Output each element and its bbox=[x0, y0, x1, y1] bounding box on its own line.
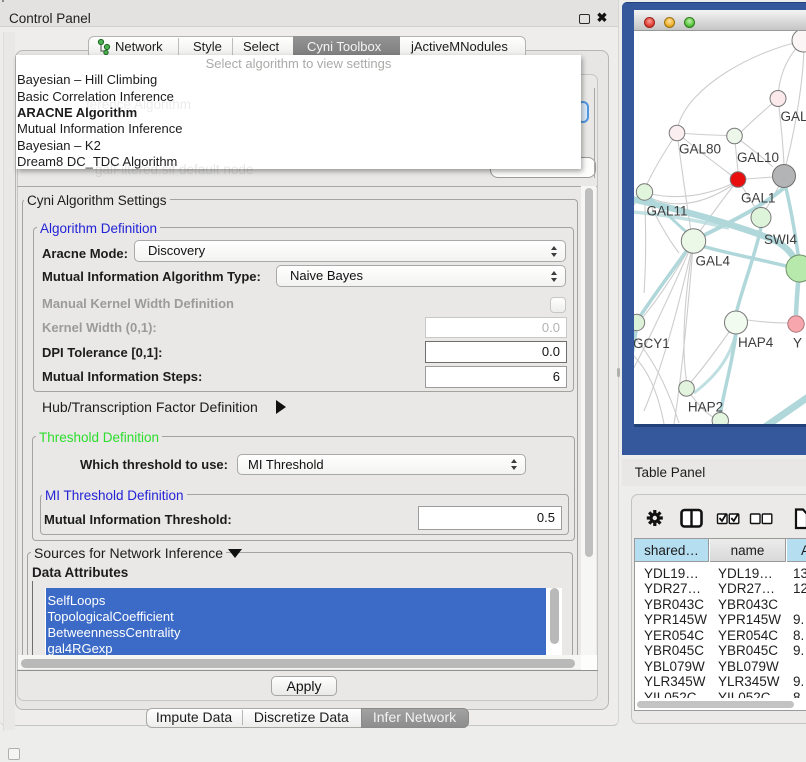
svg-text:Y: Y bbox=[793, 336, 802, 351]
svg-text:HAP2: HAP2 bbox=[688, 400, 723, 415]
svg-text:GAL11: GAL11 bbox=[647, 204, 688, 219]
svg-text:GCY1: GCY1 bbox=[634, 336, 670, 351]
svg-text:GAL4: GAL4 bbox=[696, 254, 731, 269]
svg-text:GAL10: GAL10 bbox=[737, 150, 779, 165]
svg-text:GAL80: GAL80 bbox=[679, 142, 721, 157]
svg-text:GAL1: GAL1 bbox=[741, 191, 776, 206]
svg-text:GAL: GAL bbox=[781, 109, 806, 124]
svg-text:HAP4: HAP4 bbox=[738, 335, 774, 350]
svg-text:SWI4: SWI4 bbox=[764, 232, 797, 247]
